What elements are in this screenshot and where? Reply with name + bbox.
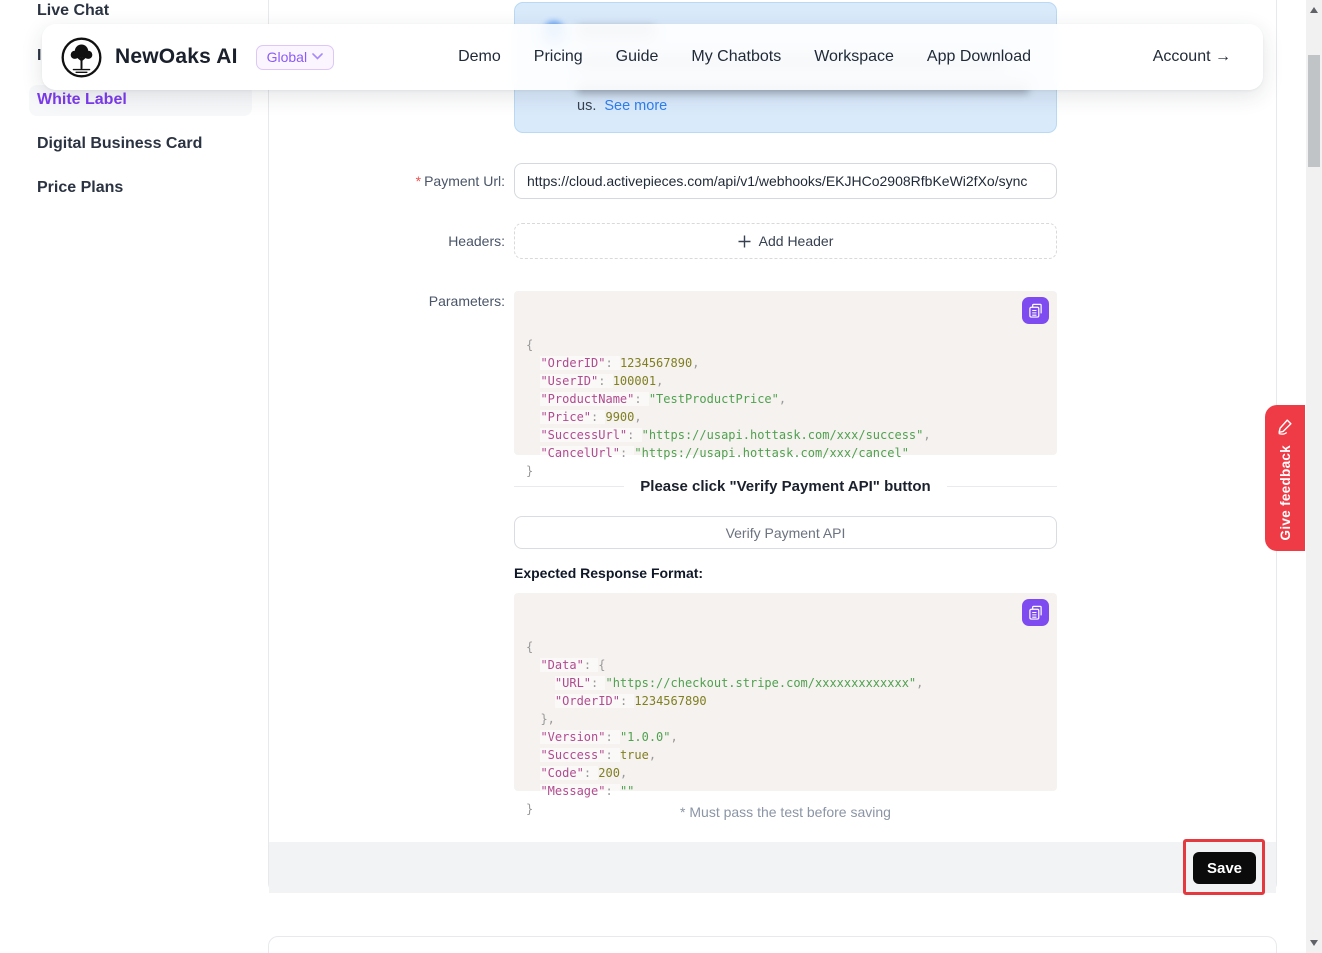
- give-feedback-tab[interactable]: Give feedback: [1265, 405, 1305, 551]
- verify-divider: Please click "Verify Payment API" button: [514, 478, 1057, 495]
- verify-payment-api-button[interactable]: Verify Payment API: [514, 516, 1057, 549]
- parameters-label: Parameters:: [280, 293, 505, 309]
- newoaks-logo-icon[interactable]: [60, 36, 103, 79]
- reminder-text: us.: [577, 98, 596, 114]
- account-link[interactable]: Account →: [1153, 48, 1231, 66]
- sidebar-item-white-label[interactable]: White Label: [37, 91, 127, 109]
- scroll-up-icon[interactable]: [1310, 7, 1318, 13]
- sidebar-item-price-plans[interactable]: Price Plans: [37, 179, 123, 197]
- sidebar-item-digital-business-card[interactable]: Digital Business Card: [37, 135, 202, 153]
- required-mark: *: [416, 173, 421, 189]
- nav-link-guide[interactable]: Guide: [616, 48, 659, 66]
- next-section-card: [268, 936, 1277, 953]
- region-label: Global: [267, 49, 307, 65]
- nav-link-pricing[interactable]: Pricing: [534, 48, 583, 66]
- save-button[interactable]: Save: [1193, 852, 1256, 884]
- see-more-link[interactable]: See more: [604, 98, 667, 114]
- copy-icon[interactable]: [1022, 599, 1049, 626]
- nav-link-my-chatbots[interactable]: My Chatbots: [691, 48, 781, 66]
- headers-label: Headers:: [280, 233, 505, 249]
- nav-link-app-download[interactable]: App Download: [927, 48, 1031, 66]
- parameters-code-block: { "OrderID": 1234567890, "UserID": 10000…: [514, 291, 1057, 455]
- payment-url-input[interactable]: [514, 163, 1057, 199]
- chevron-down-icon: [312, 53, 323, 60]
- give-feedback-label: Give feedback: [1278, 445, 1293, 540]
- nav-links: Demo Pricing Guide My Chatbots Workspace…: [458, 48, 1031, 66]
- nav-link-demo[interactable]: Demo: [458, 48, 501, 66]
- must-pass-note: * Must pass the test before saving: [514, 804, 1057, 820]
- region-selector[interactable]: Global: [256, 45, 334, 70]
- scrollbar[interactable]: [1306, 0, 1322, 953]
- plus-icon: [738, 235, 751, 248]
- scroll-down-icon[interactable]: [1310, 940, 1318, 946]
- pencil-icon: [1276, 417, 1294, 435]
- sidebar-item-live-chat[interactable]: Live Chat: [37, 2, 109, 20]
- nav-link-workspace[interactable]: Workspace: [814, 48, 894, 66]
- top-navbar: NewOaks AI Global Demo Pricing Guide My …: [42, 24, 1263, 90]
- payment-url-label: *Payment Url:: [280, 173, 505, 189]
- divider-text: Please click "Verify Payment API" button: [640, 478, 930, 495]
- expected-response-label: Expected Response Format:: [514, 565, 703, 581]
- brand-name[interactable]: NewOaks AI: [115, 45, 238, 69]
- response-code-block: { "Data": { "URL": "https://checkout.str…: [514, 593, 1057, 791]
- copy-icon[interactable]: [1022, 297, 1049, 324]
- scrollbar-thumb[interactable]: [1308, 55, 1320, 167]
- add-header-button[interactable]: Add Header: [514, 223, 1057, 259]
